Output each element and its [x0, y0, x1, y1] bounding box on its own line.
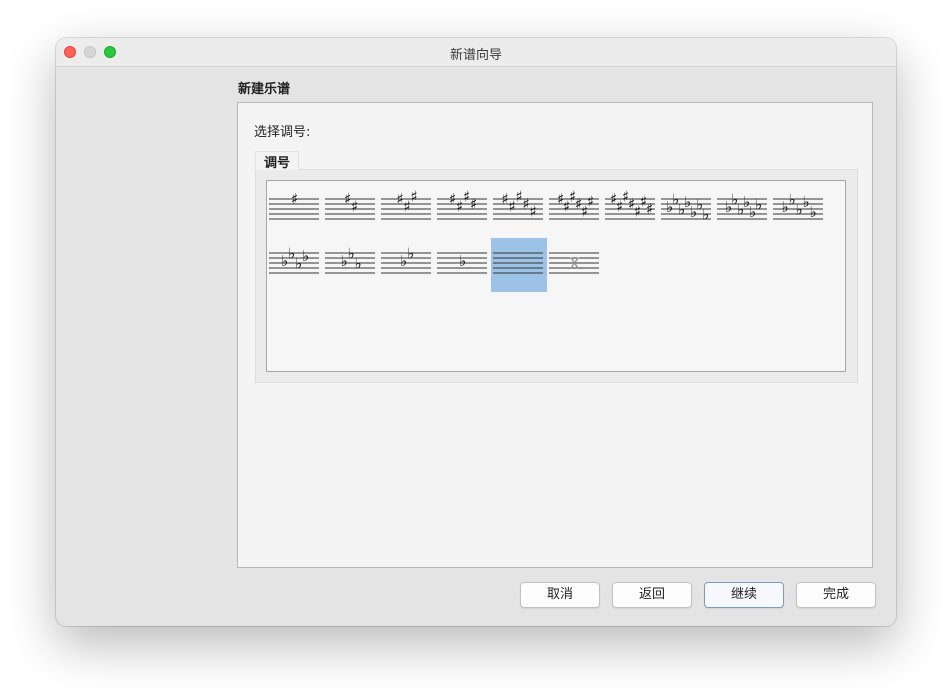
key-signature-group: ♯ ♯ ♯ ♯ ♯ ♯ ♯ ♯ ♯ ♯ ♯ ♯ ♯ ♯ ♯ ♯ ♯ ♯ ♯ ♯ ♯ ♯ ♯ ♯ ♯ ♯ ♯ ♯ ♭ ♭ ♭ ♭ ♭ ♭ ♭ ♭ ♭ ♭ ♭ ♭…	[255, 169, 858, 383]
key-signature-g-major[interactable]: ♯	[267, 184, 323, 238]
staff-glyph	[493, 252, 543, 274]
key-signature-c-major[interactable]	[491, 238, 547, 292]
window-title: 新谱向导	[449, 48, 502, 63]
flat-icon: ♭	[810, 203, 817, 221]
content-panel: 选择调号: 调号 ♯ ♯ ♯ ♯ ♯ ♯ ♯ ♯ ♯ ♯ ♯ ♯ ♯ ♯ ♯ ♯ ♯ ♯ ♯ ♯ ♯ ♯ ♯ ♯ ♯ ♯ ♯ ♯ ♭ ♭ ♭…	[237, 102, 873, 568]
staff-glyph: ♯♯♯♯♯♯	[549, 188, 599, 221]
continue-button[interactable]: 继续	[704, 582, 784, 608]
sharp-icon: ♯	[411, 188, 418, 206]
flat-icon: ♭	[355, 255, 362, 273]
sharp-icon: ♯	[351, 198, 358, 216]
wizard-window: 新谱向导 新建乐谱 选择调号: 调号 ♯ ♯ ♯ ♯ ♯ ♯ ♯ ♯ ♯ ♯ ♯ ♯ ♯ ♯ ♯ ♯ ♯ ♯ ♯ ♯ ♯…	[56, 38, 896, 626]
key-signature-b-major[interactable]: ♯ ♯ ♯ ♯ ♯	[491, 184, 547, 238]
back-button[interactable]: 返回	[612, 582, 692, 608]
key-signature-atonal[interactable]: X	[547, 238, 603, 292]
sharp-icon: ♯	[646, 200, 653, 218]
key-signature-c-major[interactable]: ♯ ♯ ♯ ♯ ♯ ♯ ♯	[603, 184, 659, 238]
key-signature-bb-major[interactable]: ♭ ♭	[379, 238, 435, 292]
key-signature-e-major[interactable]: ♯ ♯ ♯ ♯	[435, 184, 491, 238]
key-signature-eb-major[interactable]: ♭ ♭ ♭	[323, 238, 379, 292]
title-bar[interactable]: 新谱向导	[56, 38, 896, 67]
key-signature-cb-major[interactable]: ♭ ♭ ♭ ♭ ♭ ♭ ♭	[659, 184, 715, 238]
key-signature-d-major[interactable]: ♯ ♯	[323, 184, 379, 238]
staff-glyph: ♯ ♯♯ ♯ ♯	[493, 188, 543, 221]
sharp-icon: ♯	[587, 193, 594, 211]
staff-glyph: ♭ ♭♭ ♭♭	[773, 191, 823, 221]
staff-glyph: ♯	[269, 190, 319, 220]
staff-glyph: ♭♭♭♭♭♭♭	[661, 191, 711, 224]
key-signature-a-major[interactable]: ♯ ♯ ♯	[379, 184, 435, 238]
key-signature-palette: ♯ ♯ ♯ ♯ ♯ ♯ ♯ ♯ ♯ ♯ ♯ ♯ ♯ ♯ ♯ ♯ ♯ ♯ ♯ ♯ ♯ ♯ ♯ ♯ ♯ ♯ ♯ ♯ ♭ ♭ ♭ ♭ ♭ ♭ ♭ ♭ ♭ ♭ ♭ ♭…	[266, 180, 846, 372]
sharp-icon: ♯	[470, 195, 477, 213]
key-signature-gb-major[interactable]: ♭ ♭ ♭ ♭ ♭ ♭	[715, 184, 771, 238]
flat-icon: ♭	[459, 252, 466, 270]
sharp-icon: ♯	[530, 203, 537, 221]
flat-icon: ♭	[302, 247, 309, 265]
page-header: 新建乐谱	[238, 82, 291, 97]
flat-icon: ♭	[702, 206, 709, 224]
finish-button[interactable]: 完成	[796, 582, 876, 608]
key-signature-prompt: 选择调号:	[254, 125, 311, 140]
staff-glyph: ♯ ♯♯ ♯	[437, 188, 487, 220]
staff-glyph: ♯ ♯	[325, 190, 375, 220]
staff-glyph: ♭	[437, 252, 487, 274]
cancel-button[interactable]: 取消	[520, 582, 600, 608]
staff-glyph: ♭♭♭♭♭♭	[717, 191, 767, 221]
staff-glyph: ♯ ♯♯	[381, 188, 431, 220]
key-signature-db-major[interactable]: ♭ ♭ ♭ ♭ ♭	[771, 184, 827, 238]
key-signature-f-major[interactable]: ♯ ♯ ♯ ♯ ♯ ♯	[547, 184, 603, 238]
flat-icon: ♭	[755, 196, 762, 214]
staff-glyph: ♭ ♭♭ ♭	[269, 245, 319, 274]
atonal-icon: X	[569, 254, 580, 273]
staff-glyph: ♭ ♭♭	[325, 245, 375, 274]
flat-icon: ♭	[407, 245, 414, 263]
staff-glyph: ♯♯♯♯♯♯♯	[605, 188, 655, 221]
staff-glyph: ♭ ♭	[381, 245, 431, 274]
key-signature-ab-major[interactable]: ♭ ♭ ♭ ♭	[267, 238, 323, 292]
key-signature-f-major[interactable]: ♭	[435, 238, 491, 292]
sharp-icon: ♯	[291, 190, 298, 208]
staff-glyph: X	[549, 252, 599, 274]
key-signature-group-label: 调号	[255, 151, 300, 171]
